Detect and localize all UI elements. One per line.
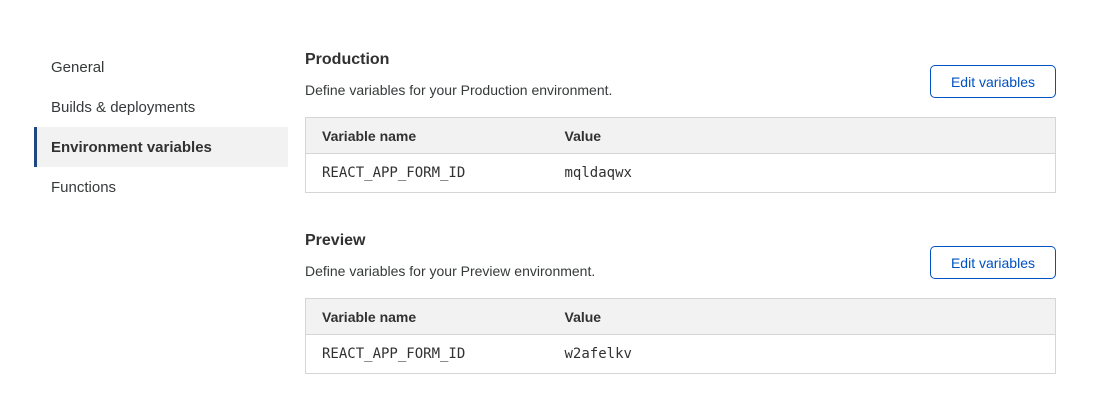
sidebar-item-builds-deployments[interactable]: Builds & deployments xyxy=(34,87,288,127)
column-header-variable-name: Variable name xyxy=(306,299,549,335)
production-edit-variables-button[interactable]: Edit variables xyxy=(930,65,1056,98)
variable-name-cell: REACT_APP_FORM_ID xyxy=(306,154,549,193)
production-title: Production xyxy=(305,50,612,69)
preview-section: Preview Define variables for your Previe… xyxy=(305,231,1056,374)
production-variables-table: Variable name Value REACT_APP_FORM_ID mq… xyxy=(305,117,1056,193)
sidebar-item-functions[interactable]: Functions xyxy=(34,167,288,207)
table-header-row: Variable name Value xyxy=(306,299,1056,335)
preview-edit-variables-button[interactable]: Edit variables xyxy=(930,246,1056,279)
production-section: Production Define variables for your Pro… xyxy=(305,50,1056,193)
preview-title: Preview xyxy=(305,231,595,250)
environment-variables-panel: Production Define variables for your Pro… xyxy=(305,50,1056,374)
column-header-variable-name: Variable name xyxy=(306,118,549,154)
variable-value-cell: mqldaqwx xyxy=(549,154,1056,193)
column-header-value: Value xyxy=(549,299,1056,335)
table-row: REACT_APP_FORM_ID mqldaqwx xyxy=(306,154,1056,193)
table-row: REACT_APP_FORM_ID w2afelkv xyxy=(306,335,1056,374)
variable-name-cell: REACT_APP_FORM_ID xyxy=(306,335,549,374)
preview-description: Define variables for your Preview enviro… xyxy=(305,263,595,279)
sidebar-item-environment-variables[interactable]: Environment variables xyxy=(34,127,288,167)
variable-value-cell: w2afelkv xyxy=(549,335,1056,374)
sidebar-item-general[interactable]: General xyxy=(34,47,288,87)
preview-variables-table: Variable name Value REACT_APP_FORM_ID w2… xyxy=(305,298,1056,374)
table-header-row: Variable name Value xyxy=(306,118,1056,154)
settings-sidebar: General Builds & deployments Environment… xyxy=(34,47,288,207)
production-description: Define variables for your Production env… xyxy=(305,82,612,98)
column-header-value: Value xyxy=(549,118,1056,154)
